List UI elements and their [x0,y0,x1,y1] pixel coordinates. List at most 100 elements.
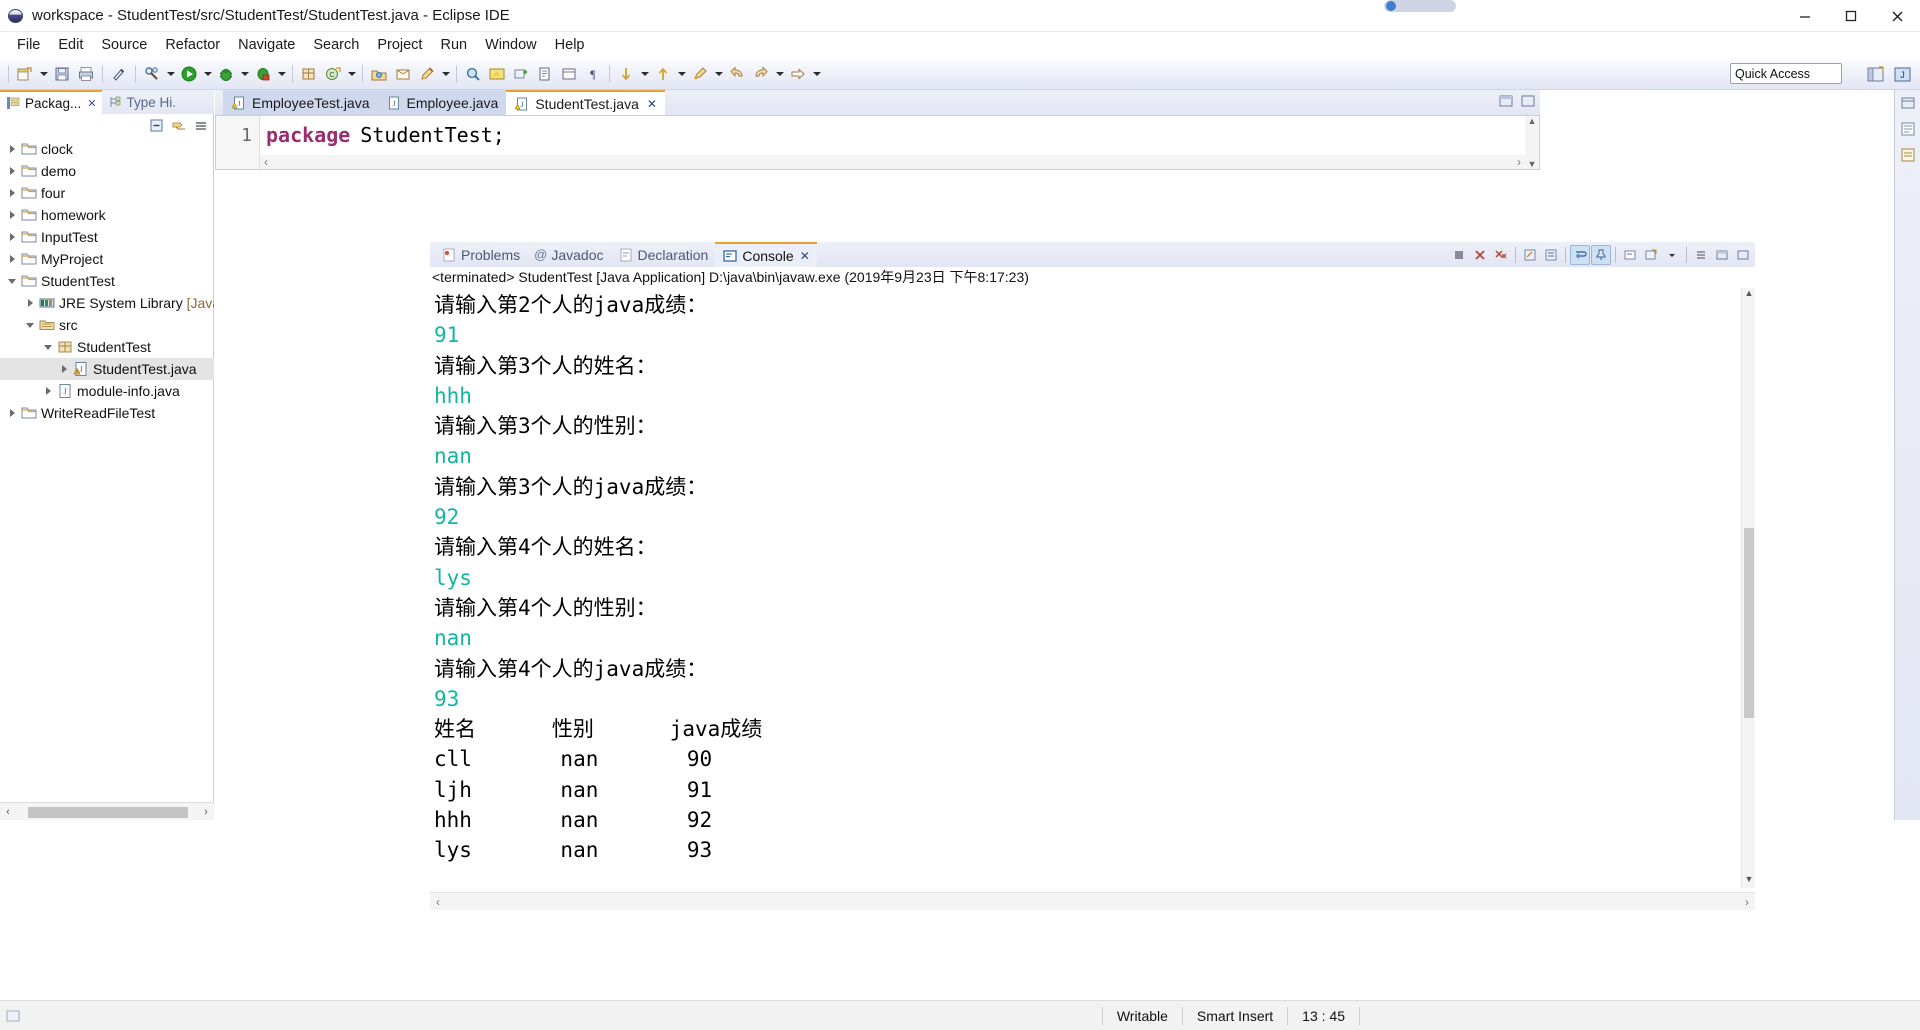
maximize-button[interactable] [1828,0,1874,32]
tab-problems[interactable]: Problems [434,242,527,267]
next-annotation-dropdown-icon[interactable] [639,63,650,85]
outline-view-icon[interactable] [1899,120,1917,138]
edit-dropdown-icon[interactable] [440,63,451,85]
menu-file[interactable]: File [8,35,49,55]
previous-annotation-dropdown-icon[interactable] [676,63,687,85]
last-edit-dropdown-icon[interactable] [713,63,724,85]
scroll-left-icon[interactable]: ‹ [430,895,440,909]
tab-console[interactable]: Console ✕ [715,242,817,267]
editor-hscrollbar[interactable]: ‹ › [260,155,1525,169]
quick-access-input[interactable]: Quick Access [1730,63,1842,84]
new-wizard-icon[interactable] [14,63,36,85]
scroll-left-icon[interactable]: ‹ [0,806,16,818]
editor-tab-employee[interactable]: J Employee.java [377,90,507,115]
project-tree[interactable]: clock demo four homework InputTest MyPro… [0,138,214,798]
menu-run[interactable]: Run [431,35,476,55]
next-arrow-icon[interactable] [787,63,809,85]
remove-launch-icon[interactable] [1470,245,1490,265]
tree-node-four[interactable]: four [0,182,214,204]
run-icon[interactable] [178,63,200,85]
open-console-icon[interactable] [1641,245,1661,265]
hscroll-thumb[interactable] [28,806,188,818]
console-vscrollbar[interactable]: ▲ ▼ [1741,288,1755,888]
console-dropdown-icon[interactable] [1662,245,1682,265]
menu-project[interactable]: Project [368,35,431,55]
open-perspective-icon[interactable] [1863,62,1887,86]
pilcrow-icon[interactable]: ¶ [582,63,604,85]
toggle-breadcrumb-icon[interactable] [558,63,580,85]
menu-search[interactable]: Search [304,35,368,55]
forward-icon[interactable] [750,63,772,85]
chevron-right-icon[interactable] [4,248,20,270]
close-icon[interactable]: ✕ [647,97,657,111]
java-perspective-icon[interactable]: J [1890,62,1914,86]
chevron-right-icon[interactable] [4,160,20,182]
close-button[interactable] [1874,0,1920,32]
scroll-down-icon[interactable]: ▼ [1528,159,1537,169]
tree-node-demo[interactable]: demo [0,160,214,182]
chevron-right-icon[interactable] [4,182,20,204]
window-drag-slider[interactable] [1384,0,1456,12]
chevron-right-icon[interactable] [22,292,38,314]
link-with-editor-icon[interactable] [171,118,187,134]
chevron-down-icon[interactable] [22,314,38,336]
tree-node-src[interactable]: src [0,314,214,336]
scroll-up-icon[interactable]: ▲ [1528,116,1537,126]
open-type-icon[interactable] [368,63,390,85]
scroll-up-icon[interactable]: ▲ [1742,288,1756,302]
last-edit-location-icon[interactable] [689,63,711,85]
scroll-lock-icon[interactable] [1541,245,1561,265]
tab-package-explorer[interactable]: Packag... ✕ [0,90,102,114]
new-wizard-dropdown-icon[interactable] [38,63,49,85]
menu-source[interactable]: Source [92,35,156,55]
menu-edit[interactable]: Edit [49,35,92,55]
build-icon[interactable] [141,63,163,85]
tree-node-myproject[interactable]: MyProject [0,248,214,270]
minimize-icon[interactable] [1498,93,1514,109]
scroll-right-icon[interactable]: › [198,806,214,818]
scroll-right-icon[interactable]: › [1517,155,1525,169]
tree-node-studenttest-package[interactable]: StudentTest [0,336,214,358]
maximize-icon[interactable] [1733,245,1753,265]
view-menu-icon[interactable] [193,118,209,134]
menu-navigate[interactable]: Navigate [229,35,304,55]
chevron-right-icon[interactable] [40,380,56,402]
tree-node-inputtest[interactable]: InputTest [0,226,214,248]
tree-node-writereadfiletest[interactable]: WriteReadFileTest [0,402,214,424]
link-icon[interactable] [108,63,130,85]
new-java-package-icon[interactable] [298,63,320,85]
tree-node-studenttest-java[interactable]: J StudentTest.java [0,358,214,380]
editor-tab-studenttest[interactable]: J StudentTest.java ✕ [506,90,665,115]
tab-declaration[interactable]: Declaration [611,242,716,267]
terminate-icon[interactable] [1449,245,1469,265]
display-selected-console-icon[interactable] [1620,245,1640,265]
chevron-right-icon[interactable] [4,226,20,248]
hscroll-track[interactable] [16,806,198,818]
back-icon[interactable] [726,63,748,85]
previous-annotation-icon[interactable] [652,63,674,85]
package-explorer-hscrollbar[interactable]: ‹ › [0,802,214,820]
menu-refactor[interactable]: Refactor [156,35,229,55]
editor-vscrollbar[interactable]: ▲ ▼ [1525,116,1539,169]
new-class-dropdown-icon[interactable] [346,63,357,85]
pin-console-icon[interactable] [1591,245,1611,265]
clear-console-icon[interactable] [1520,245,1540,265]
console-view-menu-icon[interactable] [1691,245,1711,265]
print-icon[interactable] [75,63,97,85]
code-editor[interactable]: 1 package StudentTest; ▲ ▼ ‹ › [215,115,1540,170]
tab-javadoc[interactable]: @ Javadoc [527,242,610,267]
new-class-icon[interactable]: C [322,63,344,85]
next-annotation-icon[interactable] [615,63,637,85]
debug-dropdown-icon[interactable] [239,63,250,85]
edit-icon[interactable] [416,63,438,85]
tree-node-jre-library[interactable]: JRE System Library [JavaSE [0,292,214,314]
chevron-down-icon[interactable] [4,270,20,292]
open-task-icon[interactable] [392,63,414,85]
chevron-right-icon[interactable] [4,138,20,160]
remove-all-terminated-icon[interactable] [1491,245,1511,265]
console-output[interactable]: 请输入第2个人的java成绩： 91 请输入第3个人的姓名： hhh 请输入第3… [430,288,1741,888]
debug-icon[interactable] [215,63,237,85]
console-hscrollbar[interactable]: ‹ › [430,892,1755,910]
restore-icon[interactable] [1899,94,1917,112]
menu-window[interactable]: Window [476,35,546,55]
